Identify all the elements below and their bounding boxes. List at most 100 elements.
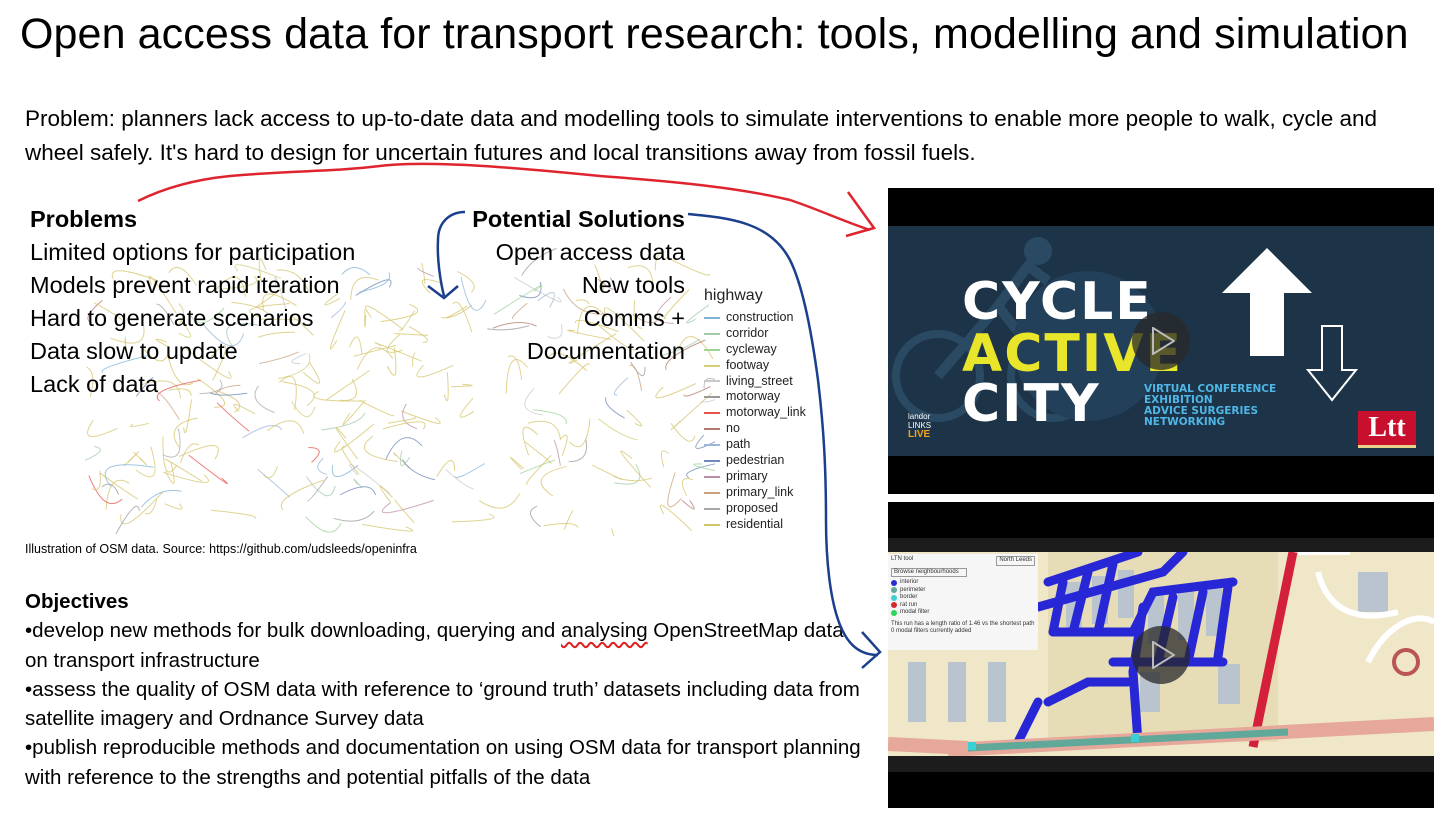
solutions-heading: Potential Solutions [472, 206, 685, 232]
map-street [242, 424, 283, 439]
map-street [87, 419, 118, 437]
map-street [162, 436, 178, 473]
legend-swatch [704, 491, 720, 494]
legend-swatch [704, 428, 720, 431]
panel-legend-label: perimeter [900, 586, 926, 593]
legend-swatch [704, 460, 720, 463]
objective-item: •publish reproducible methods and docume… [25, 736, 861, 789]
map-street [402, 459, 436, 481]
slide-title: Open access data for transport research:… [20, 10, 1409, 58]
map-street [165, 461, 175, 484]
solution-item: Documentation [526, 338, 685, 364]
panel-legend-item: border [891, 594, 1035, 602]
legend-swatch [704, 316, 720, 319]
play-button[interactable] [1132, 312, 1190, 370]
solution-item: New tools [581, 272, 685, 298]
logo-line: landor [908, 412, 931, 421]
panel-area-button[interactable]: North Leeds [996, 556, 1035, 566]
map-street [339, 486, 376, 496]
cycle-word: CYCLE [962, 272, 1153, 332]
legend-label: motorway [726, 389, 781, 404]
map-street [620, 450, 651, 488]
legend-swatch [704, 364, 720, 367]
map-street [333, 510, 375, 522]
panel-legend-item: interior [891, 579, 1035, 587]
map-street [605, 397, 625, 419]
problem-item: Models prevent rapid iteration [30, 272, 340, 298]
map-street [342, 399, 366, 426]
legend-swatch [704, 348, 720, 351]
map-street [454, 463, 485, 478]
map-street [681, 499, 695, 510]
panel-legend-dot [891, 609, 897, 616]
map-street [612, 475, 653, 482]
panel-browse-button[interactable]: Browse neighbourhoods [891, 567, 967, 577]
map-street [162, 428, 181, 458]
map-street [563, 510, 574, 530]
legend-item: path [704, 437, 806, 453]
event-line: NETWORKING [1144, 416, 1226, 428]
problems-heading: Problems [30, 206, 138, 232]
map-street [216, 402, 250, 432]
legend-label: pedestrian [726, 453, 785, 468]
legend-label: footway [726, 357, 770, 372]
map-street [374, 342, 423, 362]
legend-swatch [704, 523, 720, 526]
objective-text: •develop new methods for bulk downloadin… [25, 619, 561, 643]
map-street [681, 478, 694, 497]
map-street [509, 456, 525, 470]
ltn-taskbar [888, 756, 1434, 772]
legend-item: pedestrian [704, 453, 806, 469]
legend-label: cycleway [726, 341, 777, 356]
legend-label: corridor [726, 325, 769, 340]
logo-line: LIVE [908, 429, 931, 440]
problem-statement: Problem: planners lack access to up-to-d… [25, 106, 1378, 165]
legend-item: construction [704, 310, 806, 326]
map-street [130, 422, 149, 428]
map-street [611, 528, 615, 536]
panel-legend-dot [891, 587, 897, 594]
map-street [183, 399, 192, 434]
map-street [532, 409, 567, 425]
map-legend: highway construction corridor cycleway foot… [704, 288, 806, 533]
map-street [451, 383, 473, 388]
map-street [569, 418, 591, 448]
play-icon [1152, 641, 1175, 669]
map-street [459, 397, 475, 418]
legend-item: residential [704, 517, 806, 533]
legend-label: construction [726, 309, 794, 324]
map-caption: Illustration of OSM data. Source: https:… [25, 542, 417, 556]
map-street [333, 423, 375, 453]
map-street [85, 446, 101, 461]
legend-swatch [704, 507, 720, 510]
map-street [381, 499, 434, 514]
map-street [417, 267, 434, 277]
map-street [115, 505, 140, 535]
map-street [412, 352, 416, 367]
map-street [123, 451, 140, 467]
ltn-topbar [888, 538, 1434, 552]
panel-legend-label: border [900, 594, 918, 600]
map-street [659, 504, 693, 532]
panel-legend-label: rat run [900, 601, 918, 608]
objectives-heading: Objectives [25, 590, 129, 613]
map-street [210, 509, 257, 520]
legend-label: path [726, 437, 751, 452]
legend-item: corridor [704, 326, 806, 342]
video-cycle-active-city[interactable]: CYCLE ACTIVE CITY VIRTUAL CONFERENCE EXH… [888, 188, 1434, 494]
legend-label: primary [726, 468, 768, 483]
video-ltn-tool[interactable]: LTN tool North Leeds Browse neighbourhoo… [888, 502, 1434, 808]
map-street [522, 426, 539, 456]
legend-label: living_street [726, 373, 793, 388]
legend-swatch [704, 475, 720, 478]
legend-item: motorway_link [704, 405, 806, 421]
problems-list: Problems Limited options for participati… [30, 203, 355, 401]
play-button[interactable] [1132, 626, 1190, 684]
legend-swatch [704, 412, 720, 415]
map-street [341, 446, 360, 475]
objectives-section: Objectives •develop new methods for bulk… [25, 587, 865, 792]
problem-item: Data slow to update [30, 338, 238, 364]
panel-legend-item: modal filter [891, 609, 1035, 617]
ltt-logo: Ltt [1358, 411, 1416, 448]
legend-item: motorway [704, 389, 806, 405]
